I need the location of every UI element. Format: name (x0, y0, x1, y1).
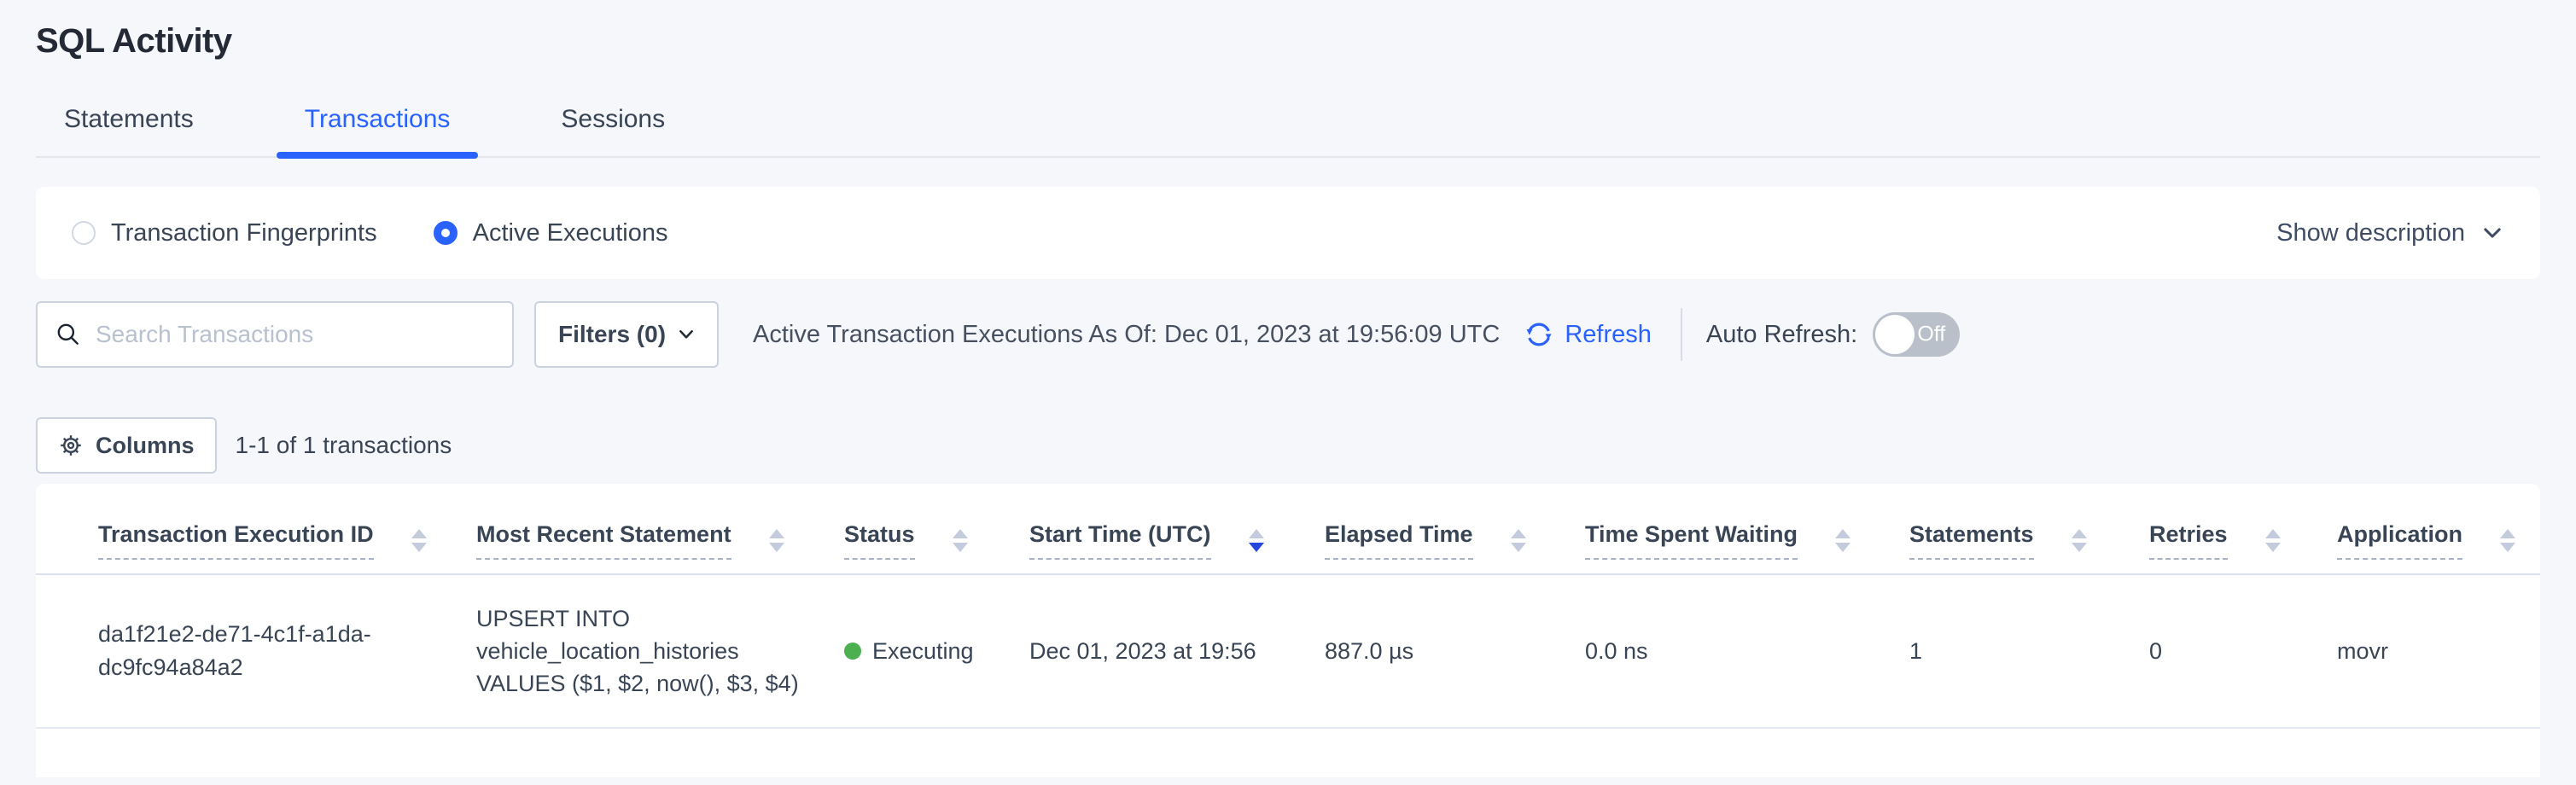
column-header-label[interactable]: Start Time (UTC) (1029, 521, 1211, 560)
chevron-down-icon (2480, 221, 2504, 245)
cell-start-time: Dec 01, 2023 at 19:56 (967, 638, 1262, 665)
cell-application: movr (2275, 638, 2540, 665)
sql-activity-page: SQL Activity Statements Transactions Ses… (0, 0, 2576, 777)
auto-refresh-label: Auto Refresh: (1706, 321, 1857, 349)
search-icon (55, 321, 82, 348)
table-controls-row: Columns 1-1 of 1 transactions (36, 417, 2540, 474)
gear-icon (58, 433, 84, 458)
filters-button[interactable]: Filters (0) (534, 301, 719, 368)
tab-sessions-label: Sessions (561, 105, 665, 133)
page-title: SQL Activity (36, 0, 2540, 61)
show-description-label: Show description (2276, 219, 2465, 247)
radio-active-executions[interactable]: Active Executions (434, 219, 668, 247)
as-of-text: Active Transaction Executions As Of: Dec… (753, 321, 1500, 349)
cell-retries: 0 (2087, 638, 2275, 665)
search-input[interactable] (96, 321, 495, 348)
columns-button[interactable]: Columns (36, 417, 217, 474)
column-header-label[interactable]: Elapsed Time (1325, 521, 1473, 560)
tab-transactions[interactable]: Transactions (277, 105, 479, 156)
column-header-transaction-execution-id[interactable]: Transaction Execution ID (36, 521, 414, 573)
cell-transaction-execution-id[interactable]: da1f21e2-de71-4c1f-a1da-dc9fc94a84a2 (36, 618, 414, 684)
radio-button-icon[interactable] (72, 221, 96, 245)
radio-transaction-fingerprints[interactable]: Transaction Fingerprints (72, 219, 377, 247)
cell-statements: 1 (1847, 638, 2087, 665)
cell-time-spent-waiting: 0.0 ns (1523, 638, 1847, 665)
refresh-button[interactable]: Refresh (1524, 319, 1652, 350)
table-row[interactable]: da1f21e2-de71-4c1f-a1da-dc9fc94a84a2 UPS… (36, 575, 2540, 729)
column-header-start-time[interactable]: Start Time (UTC) (967, 521, 1262, 573)
tab-transactions-label: Transactions (305, 105, 451, 133)
show-description-button[interactable]: Show description (2276, 219, 2504, 247)
cell-elapsed-time: 887.0 µs (1262, 638, 1523, 665)
sort-icon[interactable] (953, 529, 968, 552)
chevron-down-icon (678, 326, 695, 343)
cell-status: Executing (782, 638, 967, 665)
column-header-status[interactable]: Status (782, 521, 967, 573)
column-header-elapsed-time[interactable]: Elapsed Time (1262, 521, 1523, 573)
toggle-state-label: Off (1917, 323, 1945, 347)
refresh-icon (1524, 319, 1554, 350)
radio-active-executions-label: Active Executions (473, 219, 668, 247)
column-header-statements[interactable]: Statements (1847, 521, 2087, 573)
column-header-most-recent-statement[interactable]: Most Recent Statement (414, 521, 782, 573)
column-header-label[interactable]: Statements (1909, 521, 2034, 560)
sort-icon[interactable] (2072, 529, 2087, 552)
sort-icon[interactable] (1249, 529, 1264, 552)
search-box[interactable] (36, 301, 514, 368)
filters-button-label: Filters (0) (558, 321, 666, 348)
status-label: Executing (872, 638, 974, 665)
column-header-label[interactable]: Retries (2149, 521, 2228, 560)
cell-most-recent-statement: UPSERT INTO vehicle_location_histories V… (414, 602, 782, 701)
columns-button-label: Columns (96, 433, 195, 459)
column-header-retries[interactable]: Retries (2087, 521, 2275, 573)
column-header-application[interactable]: Application (2275, 521, 2540, 573)
transactions-table: Transaction Execution ID Most Recent Sta… (36, 484, 2540, 777)
tab-sessions[interactable]: Sessions (533, 105, 693, 156)
sort-icon[interactable] (2500, 529, 2515, 552)
column-header-label[interactable]: Transaction Execution ID (98, 521, 374, 560)
column-header-label[interactable]: Most Recent Statement (476, 521, 731, 560)
tab-statements-label: Statements (64, 105, 194, 133)
toggle-knob (1875, 315, 1915, 354)
result-count: 1-1 of 1 transactions (236, 432, 452, 459)
refresh-label: Refresh (1565, 321, 1652, 349)
status-executing-dot-icon (844, 643, 861, 660)
column-header-time-spent-waiting[interactable]: Time Spent Waiting (1523, 521, 1847, 573)
toolbar-divider (1681, 308, 1682, 361)
view-mode-card: Transaction Fingerprints Active Executio… (36, 187, 2540, 279)
tab-statements[interactable]: Statements (36, 105, 222, 156)
column-header-label[interactable]: Application (2337, 521, 2462, 560)
tab-bar: Statements Transactions Sessions (36, 105, 2540, 158)
toolbar: Filters (0) Active Transaction Execution… (36, 301, 2540, 368)
auto-refresh-toggle[interactable]: Off (1873, 312, 1960, 357)
radio-transaction-fingerprints-label: Transaction Fingerprints (111, 219, 377, 247)
column-header-label[interactable]: Status (844, 521, 915, 560)
radio-button-icon[interactable] (434, 221, 458, 245)
table-header-row: Transaction Execution ID Most Recent Sta… (36, 484, 2540, 575)
column-header-label[interactable]: Time Spent Waiting (1585, 521, 1798, 560)
